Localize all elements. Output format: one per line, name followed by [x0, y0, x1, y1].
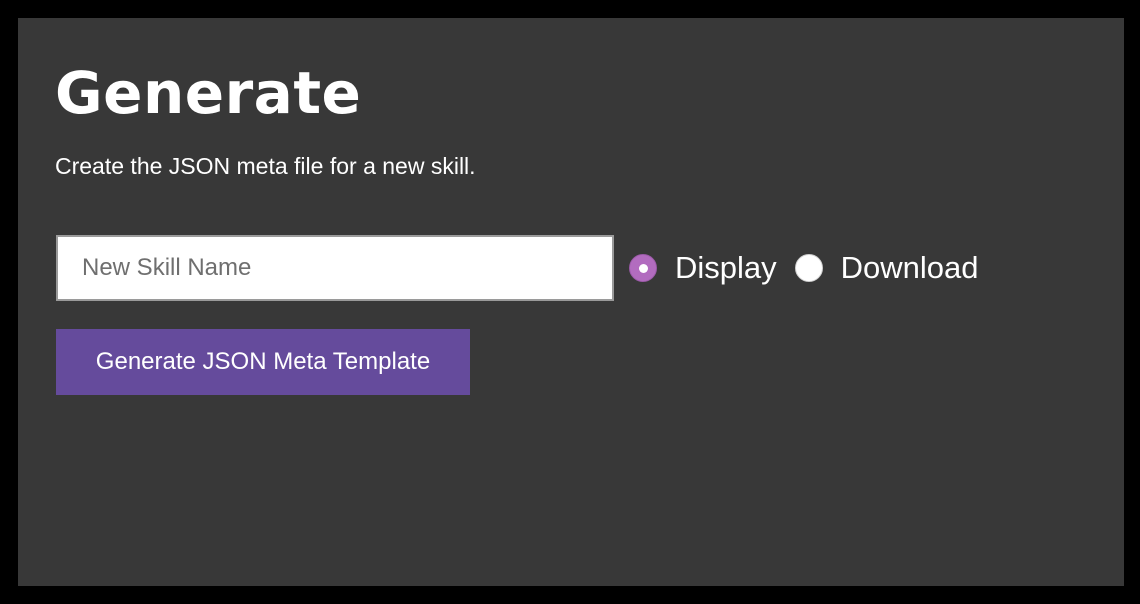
download-radio-button[interactable]: [794, 254, 823, 282]
page-title: Generate: [55, 59, 362, 127]
page-subtitle: Create the JSON meta file for a new skil…: [55, 153, 476, 179]
generate-panel: Generate Create the JSON meta file for a…: [18, 18, 1124, 586]
download-radio-option[interactable]: Download: [794, 248, 979, 288]
display-radio-option[interactable]: Display: [629, 248, 777, 288]
display-radio-label: Display: [675, 250, 777, 285]
display-radio-button[interactable]: [629, 254, 657, 282]
download-radio-label: Download: [840, 250, 979, 285]
skill-name-input[interactable]: [56, 235, 614, 301]
generate-json-meta-template-button[interactable]: Generate JSON Meta Template: [56, 329, 470, 395]
radio-selected-dot-icon: [638, 263, 648, 273]
output-mode-radio-group: Display Download: [629, 248, 979, 288]
